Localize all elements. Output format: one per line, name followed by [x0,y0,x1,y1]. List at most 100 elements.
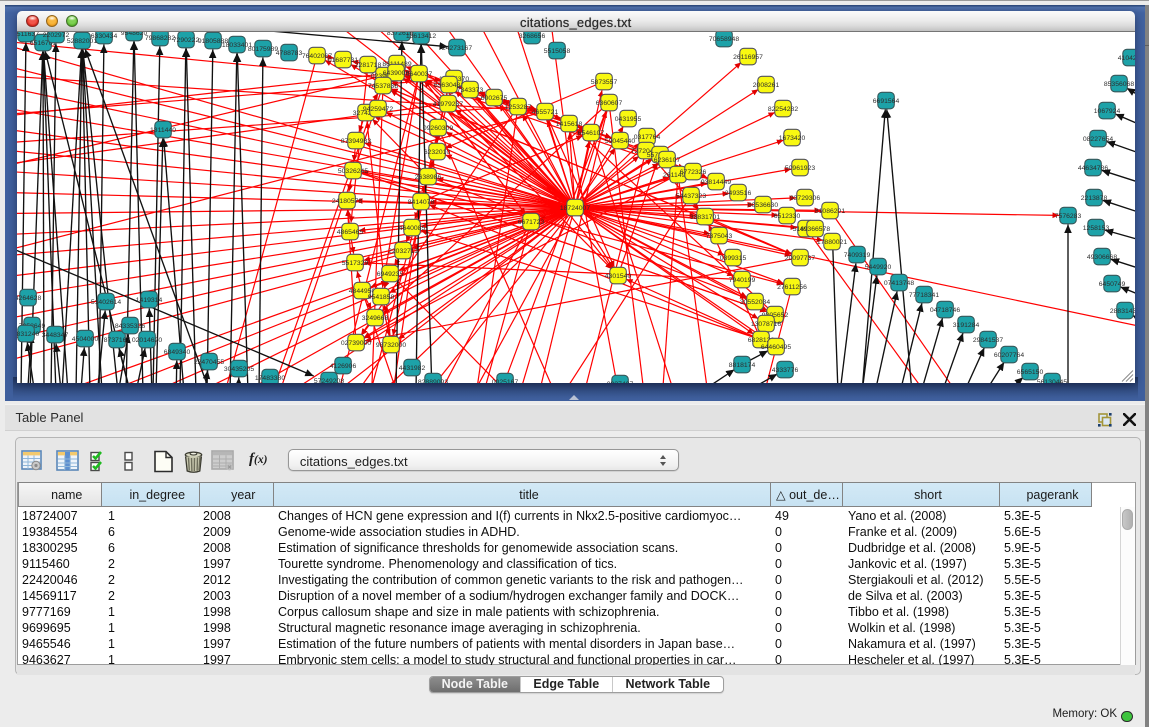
svg-text:3268656: 3268656 [519,33,546,40]
svg-text:2493516: 2493516 [725,190,752,197]
svg-text:94259472: 94259472 [363,106,393,113]
svg-text:1311440: 1311440 [150,127,176,134]
svg-text:6671723: 6671723 [518,219,545,226]
svg-text:0640037: 0640037 [406,71,433,78]
svg-text:84335326: 84335326 [115,323,145,330]
svg-text:6949235: 6949235 [377,271,404,278]
svg-text:17880021: 17880021 [817,239,847,246]
svg-text:6691564: 6691564 [873,98,900,105]
svg-text:7290222: 7290222 [173,37,200,44]
svg-text:30552034: 30552034 [740,299,770,306]
svg-text:49306668: 49306668 [1087,254,1117,261]
svg-text:17483380: 17483380 [255,375,285,382]
svg-text:3191284: 3191284 [953,322,980,329]
svg-text:29841537: 29841537 [973,337,1003,344]
svg-text:6772326: 6772326 [680,169,707,176]
svg-text:6512330: 6512330 [774,213,801,220]
svg-text:8737167: 8737167 [104,337,131,344]
svg-text:4333776: 4333776 [772,367,799,374]
svg-text:18724007: 18724007 [560,205,590,212]
svg-text:93729306: 93729306 [790,195,820,202]
svg-text:22470455: 22470455 [194,359,224,366]
svg-text:7343373: 7343373 [457,87,484,94]
svg-text:49366578: 49366578 [800,226,830,233]
svg-text:0831240: 0831240 [17,331,39,338]
svg-text:8414078: 8414078 [408,199,435,206]
svg-text:7409319: 7409319 [844,252,871,259]
svg-text:0025167: 0025167 [492,379,519,383]
svg-text:8818174: 8818174 [729,362,756,369]
svg-text:5517329: 5517329 [342,260,369,267]
svg-text:57249208: 57249208 [314,378,344,383]
svg-text:79868282: 79868282 [145,35,175,42]
svg-text:9548620: 9548620 [121,32,148,37]
svg-text:4788783: 4788783 [276,50,303,57]
svg-text:6232010: 6232010 [424,149,451,156]
svg-text:07413748: 07413748 [884,280,914,287]
svg-text:4126906: 4126906 [330,363,357,370]
svg-text:5873557: 5873557 [591,79,618,86]
svg-text:41979237: 41979237 [433,101,463,108]
svg-text:13078716: 13078716 [751,321,781,328]
svg-text:30435205: 30435205 [224,366,254,373]
svg-text:26116957: 26116957 [733,54,763,61]
svg-text:6330434: 6330434 [91,33,118,40]
svg-text:1067924: 1067924 [1094,108,1121,115]
svg-text:24180578: 24180578 [332,198,362,205]
svg-text:85356068: 85356068 [1104,81,1134,88]
svg-text:6236107: 6236107 [654,157,681,164]
svg-text:24273167: 24273167 [442,45,472,52]
svg-text:3448347: 3448347 [42,332,69,339]
svg-text:54437323: 54437323 [676,193,706,200]
svg-text:51402614: 51402614 [91,299,121,306]
svg-text:2638986: 2638986 [415,174,442,181]
svg-text:09260309: 09260309 [423,125,453,132]
svg-text:01687731: 01687731 [328,57,358,64]
svg-text:6450749: 6450749 [1099,281,1126,288]
svg-text:4640085: 4640085 [399,225,426,232]
svg-text:74537838: 74537838 [368,83,398,90]
svg-text:27611256: 27611256 [777,284,807,291]
svg-text:70658948: 70658948 [709,36,739,43]
svg-text:6849340: 6849340 [164,349,191,356]
svg-text:20097737: 20097737 [785,255,815,262]
svg-text:4264628: 4264628 [17,295,41,302]
svg-text:4431982: 4431982 [399,365,426,372]
svg-text:1419314: 1419314 [136,297,163,304]
svg-text:6546107: 6546107 [578,130,605,137]
svg-text:77718341: 77718341 [909,292,939,299]
svg-text:7576283: 7576283 [1055,213,1082,220]
svg-text:87394983: 87394983 [341,138,371,145]
svg-text:44634786: 44634786 [1078,165,1108,172]
svg-text:50326245: 50326245 [338,168,368,175]
svg-text:1415618: 1415618 [556,121,583,128]
svg-text:04718746: 04718746 [930,307,960,314]
svg-text:0431955: 0431955 [615,116,642,123]
svg-text:1673420: 1673420 [779,135,806,142]
svg-text:2213878: 2213878 [1081,195,1108,202]
svg-text:98732000: 98732000 [376,342,406,349]
svg-text:56130445: 56130445 [1037,379,1067,383]
svg-text:4504000: 4504000 [72,336,99,343]
svg-text:93814449: 93814449 [701,179,731,186]
svg-text:82254282: 82254282 [768,106,798,113]
svg-text:64460495: 64460495 [761,344,791,351]
svg-text:38831701: 38831701 [690,214,720,221]
svg-text:4655721: 4655721 [532,109,559,116]
svg-text:02739000: 02739000 [341,340,371,347]
svg-text:59045440: 59045440 [605,138,635,145]
svg-text:4301540: 4301540 [605,273,632,280]
svg-text:1258153: 1258153 [1083,225,1110,232]
svg-text:50961923: 50961923 [785,165,815,172]
svg-text:7375043: 7375043 [706,233,733,240]
svg-text:4865465: 4865465 [337,229,364,236]
svg-text:0837407: 0837407 [607,381,634,383]
svg-text:60207764: 60207764 [994,352,1024,359]
svg-text:13613412: 13613412 [406,33,436,40]
svg-text:4104234: 4104234 [1118,55,1135,62]
svg-text:6360607: 6360607 [596,100,623,107]
svg-text:5449920: 5449920 [865,264,892,271]
svg-text:2008261: 2008261 [753,82,780,89]
svg-text:9541858: 9541858 [368,294,395,301]
svg-text:22032711: 22032711 [388,248,418,255]
